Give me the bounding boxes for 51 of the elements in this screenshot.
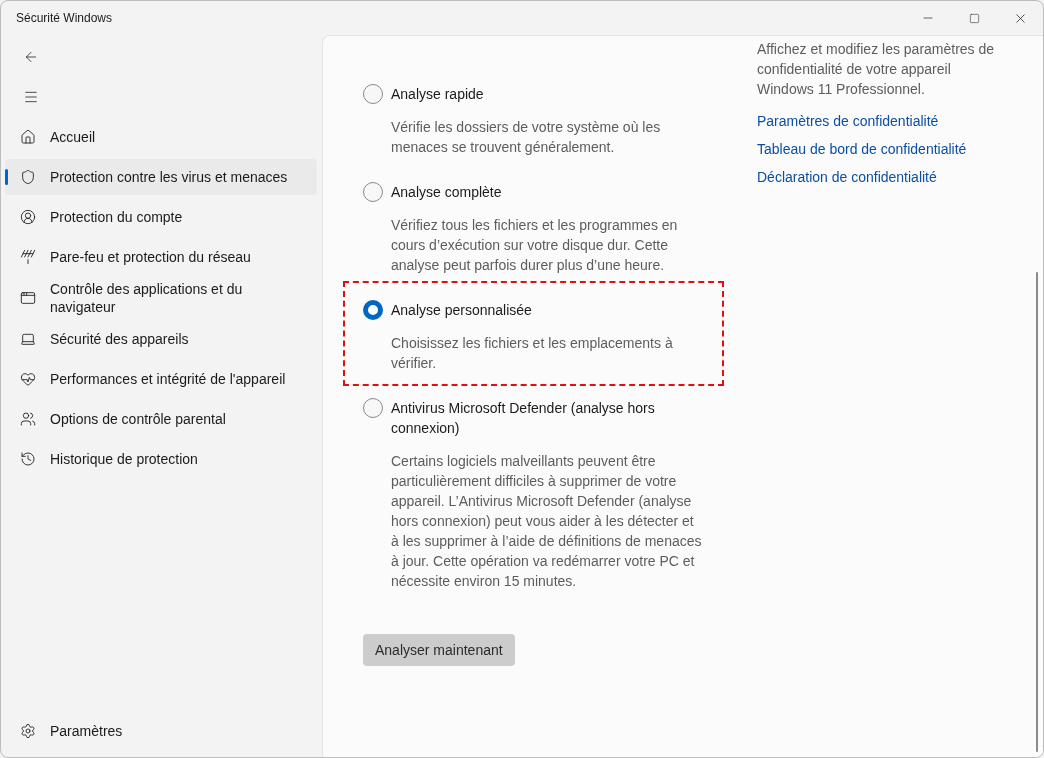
- sidebar-label: Protection contre les virus et menaces: [50, 168, 288, 187]
- privacy-link[interactable]: Tableau de bord de confidentialité: [757, 135, 1007, 163]
- scrollbar-thumb[interactable]: [1036, 272, 1038, 752]
- option-title: Antivirus Microsoft Defender (analyse hors connexion): [391, 399, 656, 438]
- sidebar-item[interactable]: Protection contre les virus et menaces: [5, 159, 317, 195]
- sidebar-item[interactable]: Sécurité des appareils: [5, 321, 317, 357]
- privacy-text: Affichez et modifiez les paramètres de confidentialité de votre appareil Windows 11 Professionnel.: [757, 40, 996, 99]
- option-description: Choisissez les fichiers et les emplacements à vérifier.: [391, 334, 674, 373]
- people-icon: [20, 411, 36, 427]
- sidebar-item[interactable]: Pare-feu et protection du réseau: [5, 239, 317, 275]
- radio-button[interactable]: [363, 182, 383, 202]
- option-title: Analyse complète: [391, 183, 502, 202]
- home-icon: [20, 129, 36, 145]
- privacy-link[interactable]: Paramètres de confidentialité: [757, 107, 1007, 135]
- maximize-icon: [968, 12, 980, 24]
- sidebar-item[interactable]: Performances et intégrité de l'appareil: [5, 361, 317, 397]
- sidebar-label: Options de contrôle parental: [50, 410, 226, 429]
- option-title: Analyse personnalisée: [391, 301, 532, 320]
- privacy-link[interactable]: Déclaration de confidentialité: [757, 163, 1007, 191]
- option-description: Vérifiez tous les fichiers et les programmes en cours d’exécution sur votre disque dur. Cette analyse peut parfois durer plus d’une heure.: [391, 216, 679, 275]
- sidebar-label: Protection du compte: [50, 208, 183, 227]
- sidebar-label: Performances et intégrité de l'appareil: [50, 370, 286, 389]
- option-title: Analyse rapide: [391, 85, 484, 104]
- window-icon: [20, 290, 36, 306]
- sidebar-item[interactable]: Contrôle des applications et du navigateur: [5, 279, 317, 317]
- settings-item[interactable]: Paramètres: [5, 713, 317, 749]
- shield-icon: [20, 169, 36, 185]
- radio-button[interactable]: [363, 398, 383, 418]
- sidebar-label: Accueil: [50, 128, 96, 147]
- laptop-icon: [20, 331, 36, 347]
- sidebar-item[interactable]: Historique de protection: [5, 441, 317, 477]
- sidebar-label: Pare-feu et protection du réseau: [50, 248, 251, 267]
- sidebar-item[interactable]: Options de contrôle parental: [5, 401, 317, 437]
- sidebar-item[interactable]: Accueil: [5, 119, 317, 155]
- selection-indicator: [5, 169, 8, 185]
- user-icon: [20, 209, 36, 225]
- radio-button[interactable]: [363, 300, 383, 320]
- sidebar-label: Historique de protection: [50, 450, 198, 469]
- option-description: Vérifie les dossiers de votre système où les menaces se trouvent généralement.: [391, 118, 662, 157]
- heart-pulse-icon: [20, 371, 36, 387]
- radio-button[interactable]: [363, 84, 383, 104]
- settings-icon: [20, 723, 36, 739]
- option-description: Certains logiciels malveillants peuvent être particulièrement difficiles à supprimer de votre appareil. L’Antivirus Microsoft Defender (analyse hors connexion) peut vous aider à les détecter et à les supprimer à l’aide de définitions de menaces à jour. Cette opération va redémarrer votre PC et nécessite environ 15 minutes.: [391, 452, 703, 591]
- menu-icon: [23, 89, 39, 105]
- sidebar-label: Sécurité des appareils: [50, 330, 189, 349]
- history-icon: [20, 451, 36, 467]
- sidebar-item[interactable]: Protection du compte: [5, 199, 317, 235]
- sidebar-label: Contrôle des applications et du navigateur: [50, 280, 244, 317]
- sidebar-label: Paramètres: [50, 722, 123, 741]
- antenna-icon: [20, 249, 36, 265]
- window-title: Sécurité Windows: [16, 11, 113, 25]
